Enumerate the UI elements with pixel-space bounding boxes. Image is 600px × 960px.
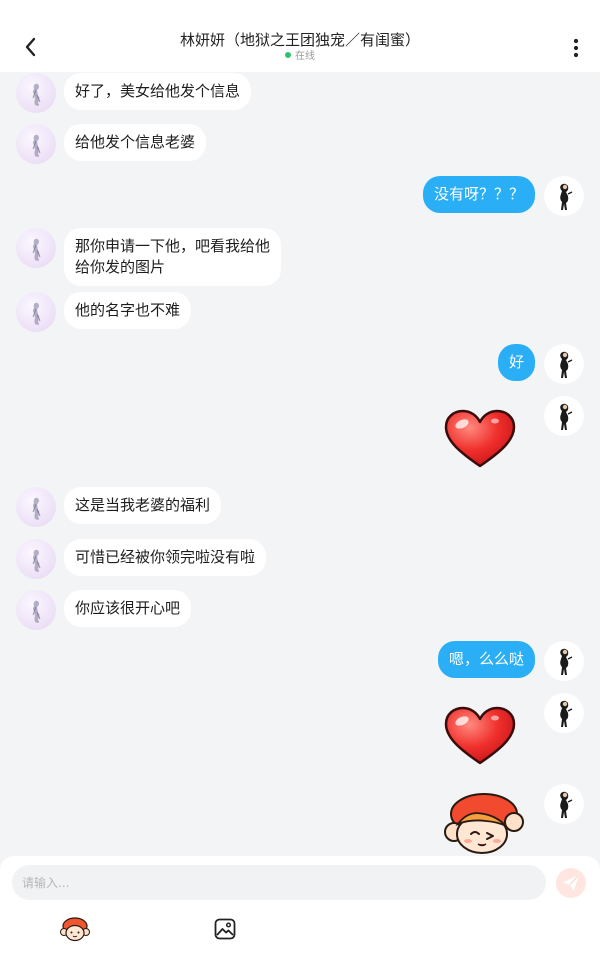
message-bubble[interactable]: 你应该很开心吧 — [64, 590, 192, 627]
contact-avatar[interactable] — [16, 228, 56, 268]
message-input[interactable] — [12, 865, 546, 900]
contact-avatar-image — [32, 497, 41, 520]
chat-screen: 林妍妍（地狱之王团独宠／有闺蜜） 在线 好了，美女给他发个信息 给他发个信息老婆… — [0, 0, 600, 960]
send-button[interactable] — [556, 868, 586, 898]
my-avatar-image — [560, 791, 573, 818]
heart-icon — [444, 706, 516, 765]
my-avatar[interactable] — [544, 344, 584, 384]
image-button[interactable] — [210, 914, 240, 944]
message-line: 给你发的图片 — [75, 258, 166, 276]
more-vertical-icon — [573, 38, 579, 58]
online-status-label: 在线 — [295, 51, 315, 62]
my-avatar-image — [560, 183, 573, 210]
contact-avatar-image — [32, 83, 41, 106]
contact-avatar-image — [32, 549, 41, 572]
message-bubble[interactable]: 好 — [497, 344, 535, 381]
contact-avatar-image — [32, 134, 41, 157]
message-line: 那你申请一下他，吧看我给他 — [75, 237, 271, 255]
message-bubble[interactable]: 给他发个信息老婆 — [64, 124, 207, 161]
my-avatar-image — [560, 403, 573, 430]
sticker-face-icon — [60, 917, 90, 942]
my-avatar-image — [560, 351, 573, 378]
sticker-button[interactable] — [60, 914, 90, 944]
contact-avatar[interactable] — [16, 73, 56, 113]
my-avatar[interactable] — [544, 693, 584, 733]
my-avatar[interactable] — [544, 176, 584, 216]
message-bubble[interactable]: 这是当我老婆的福利 — [64, 487, 222, 524]
message-bubble[interactable]: 可惜已经被你领完啦没有啦 — [64, 539, 267, 576]
online-status: 在线 — [100, 51, 500, 63]
my-avatar-image — [560, 648, 573, 675]
message-bubble[interactable]: 好了，美女给他发个信息 — [64, 73, 252, 110]
contact-avatar[interactable] — [16, 590, 56, 630]
chevron-left-icon — [25, 37, 36, 57]
more-options-button[interactable] — [566, 36, 586, 60]
contact-avatar[interactable] — [16, 539, 56, 579]
message-bubble[interactable]: 嗯，么么哒 — [437, 641, 535, 678]
message-bubble[interactable]: 没有呀？？？ — [422, 176, 535, 213]
contact-info[interactable]: 林妍妍（地狱之王团独宠／有闺蜜） 在线 — [100, 30, 500, 63]
message-bubble[interactable]: 那你申请一下他，吧看我给他 给你发的图片 — [64, 228, 282, 286]
my-avatar[interactable] — [544, 641, 584, 681]
contact-avatar[interactable] — [16, 487, 56, 527]
cartoon-girl-icon — [444, 793, 524, 854]
heart-sticker[interactable] — [443, 408, 517, 474]
my-avatar[interactable] — [544, 396, 584, 436]
online-dot-icon — [285, 52, 291, 58]
send-icon — [563, 875, 579, 891]
cartoon-girl-sticker[interactable] — [444, 792, 524, 860]
image-icon — [214, 918, 236, 940]
my-avatar[interactable] — [544, 784, 584, 824]
message-bubble[interactable]: 他的名字也不难 — [64, 292, 192, 329]
my-avatar-image — [560, 700, 573, 727]
contact-avatar[interactable] — [16, 292, 56, 332]
message-composer — [0, 856, 600, 960]
chat-header: 林妍妍（地狱之王团独宠／有闺蜜） 在线 — [0, 0, 600, 72]
contact-avatar-image — [32, 600, 41, 623]
back-button[interactable] — [14, 30, 48, 64]
heart-icon — [444, 409, 516, 468]
heart-sticker[interactable] — [443, 705, 517, 771]
contact-name: 林妍妍（地狱之王团独宠／有闺蜜） — [179, 31, 420, 49]
contact-avatar-image — [32, 302, 41, 325]
contact-avatar[interactable] — [16, 124, 56, 164]
contact-avatar-image — [32, 238, 41, 261]
